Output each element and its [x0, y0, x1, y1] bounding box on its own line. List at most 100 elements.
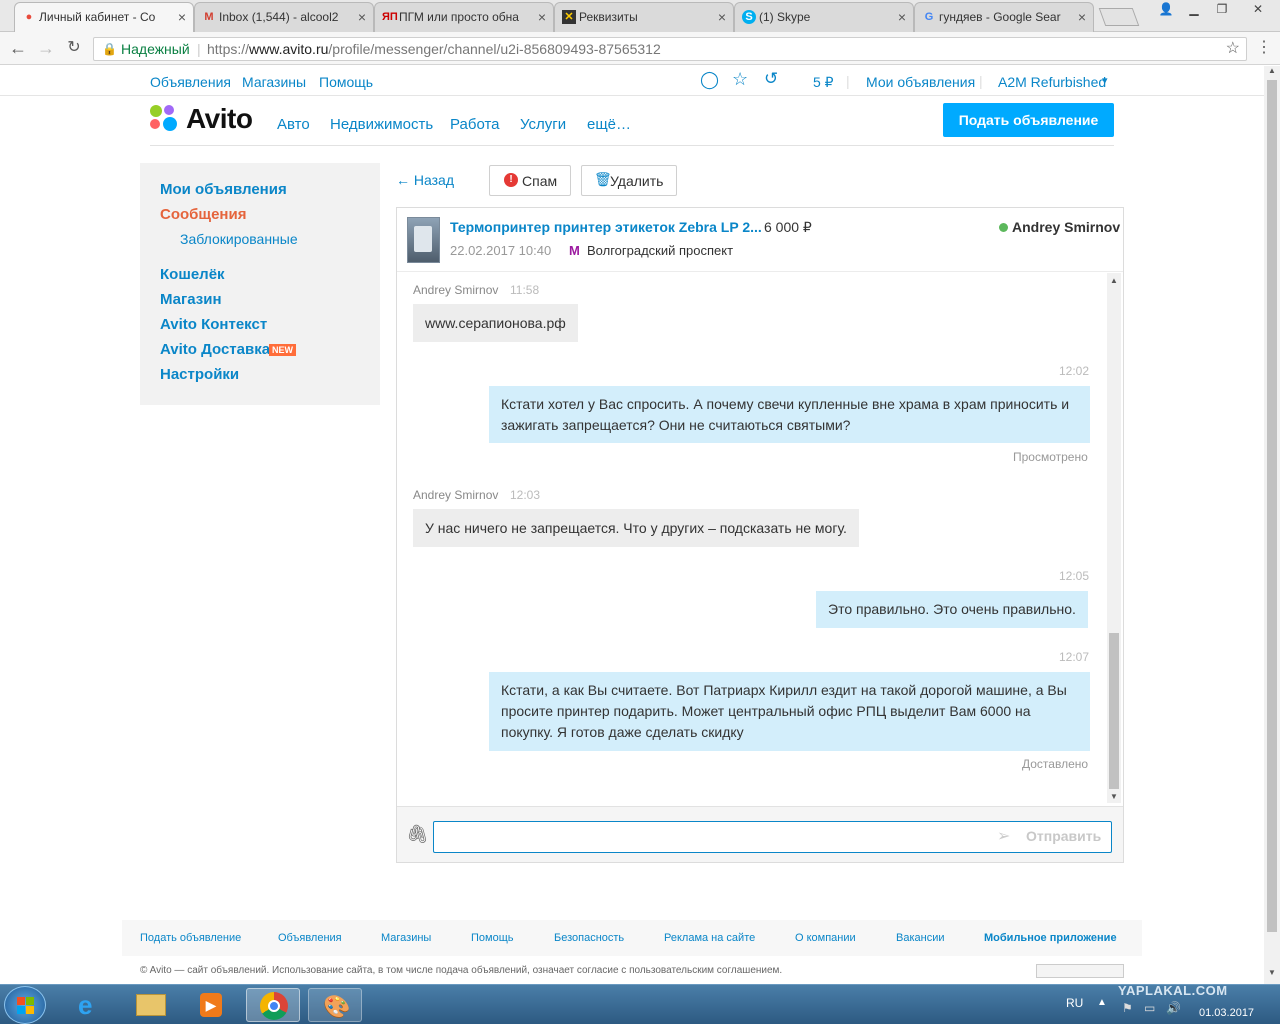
url-field[interactable]: 🔒 Надежный | https://www.avito.ru/profil…: [93, 37, 1247, 61]
sidebar-item-my-ads[interactable]: Мои объявления: [160, 181, 287, 198]
url-prefix: https://: [207, 41, 250, 57]
chevron-down-icon[interactable]: ▾: [1102, 74, 1108, 87]
close-tab-icon[interactable]: ×: [898, 3, 906, 31]
seller-name[interactable]: Andrey Smirnov: [1012, 219, 1120, 235]
category-auto[interactable]: Авто: [277, 116, 310, 133]
divider: |: [979, 73, 983, 89]
new-tab-button[interactable]: [1098, 8, 1140, 26]
url-text: https://www.avito.ru/profile/messenger/c…: [207, 38, 661, 60]
avito-logo-dots-icon[interactable]: [150, 105, 178, 133]
top-link-shops[interactable]: Магазины: [242, 74, 306, 90]
close-tab-icon[interactable]: ×: [178, 3, 186, 31]
composer-bar: 🖇 ➢ Отправить: [397, 806, 1123, 862]
scroll-down-icon[interactable]: ▼: [1110, 792, 1118, 801]
delete-button[interactable]: 🗑 Удалить: [581, 165, 677, 196]
flag-icon[interactable]: ⚑: [1122, 1001, 1133, 1015]
top-link-ads[interactable]: Объявления: [150, 74, 231, 90]
footer-link[interactable]: Объявления: [278, 932, 342, 944]
sidebar-item-context[interactable]: Avito Контекст: [160, 316, 267, 333]
tray-expand-icon[interactable]: ▲: [1097, 997, 1107, 1008]
category-services[interactable]: Услуги: [520, 116, 566, 133]
searches-icon[interactable]: ↺: [764, 69, 778, 89]
footer-link[interactable]: Магазины: [381, 932, 431, 944]
avito-logo[interactable]: Avito: [186, 103, 253, 135]
top-link-help[interactable]: Помощь: [319, 74, 373, 90]
footer-link[interactable]: Помощь: [471, 932, 514, 944]
tab-rekvizity[interactable]: ✕ Реквизиты ×: [554, 2, 734, 32]
listing-date: 22.02.2017 10:40: [450, 243, 552, 258]
listing-title[interactable]: Термопринтер принтер этикеток Zebra LP 2…: [450, 219, 762, 235]
scroll-up-icon[interactable]: ▲: [1266, 66, 1278, 78]
page-scroll-thumb[interactable]: [1267, 80, 1277, 932]
messages-scroll-area[interactable]: Andrey Smirnov 11:58 www.серапионова.рф …: [397, 273, 1123, 806]
menu-icon[interactable]: ⋮: [1252, 37, 1276, 59]
paint-icon[interactable]: 🎨: [308, 988, 362, 1022]
chrome-icon[interactable]: [246, 988, 300, 1022]
bookmark-star-icon[interactable]: ☆: [1226, 38, 1240, 60]
page-scrollbar[interactable]: ▲ ▼: [1264, 66, 1280, 984]
footer-link[interactable]: Подать объявление: [140, 932, 241, 944]
scroll-down-icon[interactable]: ▼: [1266, 968, 1278, 980]
message-line: просите принтер подарить. Может централь…: [501, 703, 1031, 719]
message-status: Просмотрено: [1013, 450, 1088, 464]
my-ads-link[interactable]: Мои объявления: [866, 74, 975, 90]
back-link[interactable]: ← Назад: [396, 172, 454, 188]
message-time: 12:07: [1059, 650, 1090, 664]
close-tab-icon[interactable]: ×: [358, 3, 366, 31]
spam-button[interactable]: ! Спам: [489, 165, 571, 196]
forward-arrow-icon[interactable]: →: [34, 37, 58, 59]
tab-gmail[interactable]: M Inbox (1,544) - alcool2 ×: [194, 2, 374, 32]
profile-icon[interactable]: 👤: [1152, 0, 1180, 20]
listing-thumbnail[interactable]: [407, 217, 440, 263]
account-menu[interactable]: A2M Refurbished: [998, 74, 1106, 90]
sidebar-item-blocked[interactable]: Заблокированные: [180, 231, 298, 247]
lock-icon: 🔒: [102, 42, 117, 56]
reload-icon[interactable]: ↻: [62, 37, 86, 59]
ie-icon[interactable]: e: [64, 988, 118, 1022]
tab-avito[interactable]: ● Личный кабинет - Со ×: [14, 2, 194, 32]
category-jobs[interactable]: Работа: [450, 116, 500, 133]
close-tab-icon[interactable]: ×: [718, 3, 726, 31]
message-bubble-outgoing: Кстати, а как Вы считаете. Вот Патриарх …: [489, 672, 1090, 751]
sidebar-item-messages[interactable]: Сообщения: [160, 206, 246, 223]
clock-date[interactable]: 01.03.2017: [1199, 1007, 1254, 1019]
close-tab-icon[interactable]: ×: [1078, 3, 1086, 31]
minimize-icon[interactable]: ▁: [1180, 0, 1208, 20]
message-bubble-incoming: У нас ничего не запрещается. Что у други…: [413, 509, 859, 547]
wallet-balance[interactable]: 5 ₽: [813, 74, 834, 91]
sidebar-item-shop[interactable]: Магазин: [160, 291, 222, 308]
category-more[interactable]: ещё…: [587, 116, 631, 133]
volume-icon[interactable]: 🔊: [1166, 1001, 1181, 1015]
tab-yaplakal[interactable]: ЯП ПГМ или просто обна ×: [374, 2, 554, 32]
tab-skype[interactable]: S (1) Skype ×: [734, 2, 914, 32]
scroll-up-icon[interactable]: ▲: [1110, 276, 1118, 285]
footer-link[interactable]: Реклама на сайте: [664, 932, 755, 944]
footer-link[interactable]: Вакансии: [896, 932, 945, 944]
messages-icon[interactable]: ◯: [700, 70, 719, 90]
sidebar-item-settings[interactable]: Настройки: [160, 366, 239, 383]
chat-scroll-thumb[interactable]: [1109, 633, 1119, 789]
favorites-star-icon[interactable]: ☆: [732, 69, 748, 90]
post-ad-button[interactable]: Подать объявление: [943, 103, 1114, 137]
media-player-icon[interactable]: ▶: [184, 988, 238, 1022]
attach-paperclip-icon[interactable]: 🖇: [406, 824, 429, 845]
sidebar-item-wallet[interactable]: Кошелёк: [160, 266, 225, 283]
restore-icon[interactable]: ❐: [1208, 0, 1236, 20]
tab-google[interactable]: G гундяев - Google Sear ×: [914, 2, 1094, 32]
windows-start-icon[interactable]: [4, 986, 46, 1024]
category-realty[interactable]: Недвижимость: [330, 116, 433, 133]
header-divider: [150, 145, 1114, 146]
close-tab-icon[interactable]: ×: [538, 3, 546, 31]
footer-link-mobile-app[interactable]: Мобильное приложение: [984, 932, 1117, 944]
send-button[interactable]: Отправить: [1026, 828, 1101, 844]
sidebar-item-delivery[interactable]: Avito Доставка: [160, 341, 270, 358]
footer-link[interactable]: Безопасность: [554, 932, 624, 944]
explorer-folder-icon[interactable]: [124, 988, 178, 1022]
language-indicator[interactable]: RU: [1066, 996, 1083, 1010]
network-icon[interactable]: ▭: [1144, 1001, 1155, 1015]
chat-scrollbar[interactable]: ▲ ▼: [1107, 273, 1121, 803]
footer-link[interactable]: О компании: [795, 932, 856, 944]
back-arrow-icon[interactable]: ←: [6, 37, 30, 59]
url-domain: www.avito.ru: [249, 41, 329, 57]
close-window-icon[interactable]: ✕: [1238, 0, 1278, 20]
